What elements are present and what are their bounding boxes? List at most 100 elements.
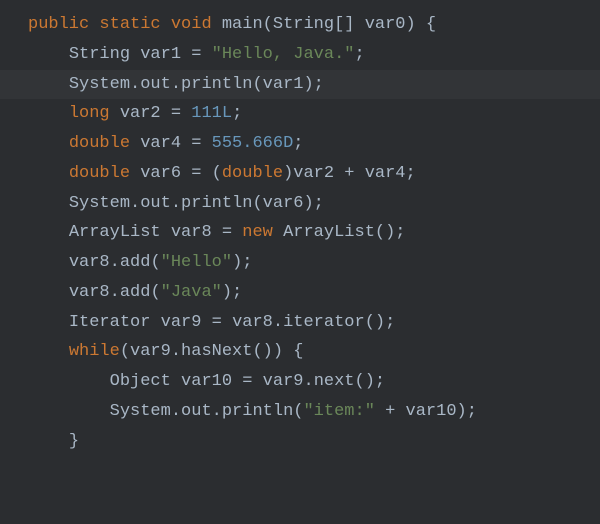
code-token: var10 (181, 372, 242, 391)
code-token: (); (365, 313, 396, 332)
code-token: var8 (69, 283, 110, 302)
code-line: Iterator var9 = var8.iterator(); (0, 308, 600, 338)
code-token: = (191, 134, 211, 153)
code-token: . (130, 194, 140, 213)
code-token: = (242, 372, 262, 391)
code-token: var2 (293, 164, 344, 183)
code-line: System.out.println(var1); (0, 70, 600, 100)
code-line: while(var9.hasNext()) { (0, 337, 600, 367)
code-token: System (69, 194, 130, 213)
code-line: Object var10 = var9.next(); (0, 367, 600, 397)
code-token: var1 (140, 45, 191, 64)
code-token: ( (252, 75, 262, 94)
code-token: System (69, 75, 130, 94)
code-token: "item:" (303, 402, 385, 421)
code-token: var8 (171, 223, 222, 242)
code-token: var4 (140, 134, 191, 153)
code-line: } (0, 427, 600, 457)
code-token: double (69, 134, 140, 153)
code-token: (); (375, 223, 406, 242)
code-token: var6 (263, 194, 304, 213)
code-token: ( (212, 164, 222, 183)
code-line: double var6 = (double)var2 + var4; (0, 159, 600, 189)
code-token: ; (293, 134, 303, 153)
code-token: 111L (191, 104, 232, 123)
code-token: next (314, 372, 355, 391)
code-token: . (171, 194, 181, 213)
code-token: println (181, 194, 252, 213)
code-token: var10 (406, 402, 457, 421)
code-token: double (69, 164, 140, 183)
code-token: = (191, 45, 211, 64)
code-token: var8 (69, 253, 110, 272)
code-token: add (120, 283, 151, 302)
code-token: ArrayList (283, 223, 375, 242)
code-token: println (181, 75, 252, 94)
code-token: . (273, 313, 283, 332)
code-token: ); (457, 402, 477, 421)
code-line: String var1 = "Hello, Java."; (0, 40, 600, 70)
code-token: = (222, 223, 242, 242)
code-token: long (69, 104, 120, 123)
code-token: (); (355, 372, 386, 391)
code-token: add (120, 253, 151, 272)
code-token: var9 (130, 342, 171, 361)
code-token: ( (293, 402, 303, 421)
code-line: System.out.println("item:" + var10); (0, 397, 600, 427)
code-token: + (344, 164, 364, 183)
code-token: ArrayList (69, 223, 171, 242)
code-token: void (171, 15, 222, 34)
code-token: . (171, 342, 181, 361)
code-token: main (222, 15, 263, 34)
code-token: ( (120, 342, 130, 361)
code-token: new (242, 223, 283, 242)
code-token: . (171, 75, 181, 94)
code-token: . (130, 75, 140, 94)
code-token: out (140, 75, 171, 94)
code-token: ) (283, 164, 293, 183)
code-token: . (110, 283, 120, 302)
code-token: Object (110, 372, 181, 391)
code-token: } (69, 432, 79, 451)
code-token: println (222, 402, 293, 421)
code-token: String (69, 45, 140, 64)
code-token: [] (334, 15, 365, 34)
code-token: "Java" (161, 283, 222, 302)
code-line: System.out.println(var6); (0, 189, 600, 219)
code-line: ArrayList var8 = new ArrayList(); (0, 218, 600, 248)
code-token: var9 (263, 372, 304, 391)
code-token: = (212, 313, 232, 332)
code-token: "Hello" (161, 253, 232, 272)
code-token: var9 (161, 313, 212, 332)
code-token: var6 (140, 164, 191, 183)
code-token: "Hello, Java." (212, 45, 355, 64)
code-token: ) { (406, 15, 437, 34)
code-token: . (110, 253, 120, 272)
code-token: ()) { (252, 342, 303, 361)
code-token: ( (150, 283, 160, 302)
code-token: out (181, 402, 212, 421)
code-token: public (28, 15, 99, 34)
code-token: . (303, 372, 313, 391)
code-token: ( (252, 194, 262, 213)
code-token: ); (303, 194, 323, 213)
code-token: + (385, 402, 405, 421)
code-token: iterator (283, 313, 365, 332)
code-line: var8.add("Java"); (0, 278, 600, 308)
code-token: ); (232, 253, 252, 272)
code-token: var2 (120, 104, 171, 123)
code-token: ); (222, 283, 242, 302)
code-token: ; (232, 104, 242, 123)
code-block: public static void main(String[] var0) {… (0, 10, 600, 456)
code-token: String (273, 15, 334, 34)
code-token: = (171, 104, 191, 123)
code-line: public static void main(String[] var0) { (0, 10, 600, 40)
code-token: var8 (232, 313, 273, 332)
code-token: while (69, 342, 120, 361)
code-token: . (212, 402, 222, 421)
code-token: . (171, 402, 181, 421)
code-token: 555.666D (212, 134, 294, 153)
code-token: var1 (263, 75, 304, 94)
code-token: ; (406, 164, 416, 183)
code-line: long var2 = 111L; (0, 99, 600, 129)
